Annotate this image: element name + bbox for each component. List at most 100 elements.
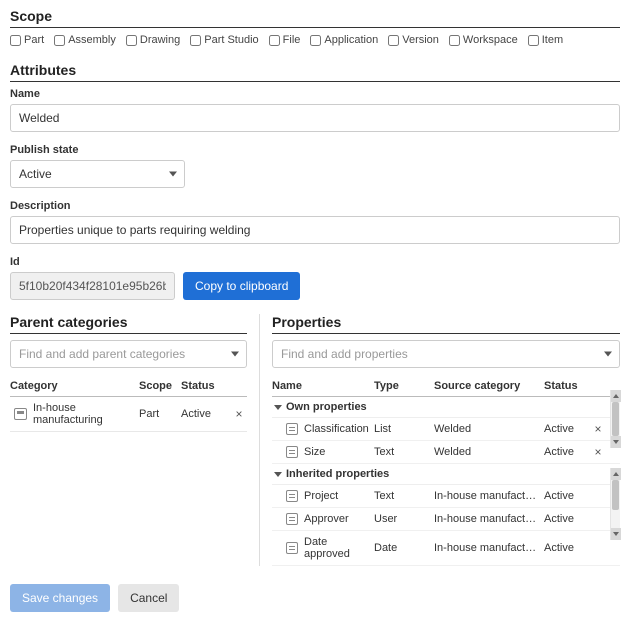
prop-source: In-house manufact… bbox=[434, 490, 544, 502]
parent-category-search-input[interactable] bbox=[10, 340, 247, 368]
prop-col-name: Name bbox=[272, 380, 374, 392]
scope-drawing-checkbox[interactable] bbox=[126, 35, 137, 46]
own-properties-group[interactable]: Own properties bbox=[272, 397, 620, 418]
publish-state-select[interactable] bbox=[10, 160, 185, 188]
attributes-heading: Attributes bbox=[10, 62, 620, 82]
table-row[interactable]: In-house manufacturing Part Active × bbox=[10, 397, 247, 432]
parent-categories-heading: Parent categories bbox=[10, 314, 247, 334]
scrollbar[interactable] bbox=[610, 390, 620, 448]
name-label: Name bbox=[10, 88, 620, 100]
scroll-down-icon[interactable] bbox=[611, 528, 621, 540]
properties-heading: Properties bbox=[272, 314, 620, 334]
prop-type: Text bbox=[374, 490, 434, 502]
scope-application-label: Application bbox=[324, 34, 378, 46]
prop-type: Text bbox=[374, 446, 434, 458]
own-properties-label: Own properties bbox=[286, 401, 367, 413]
name-input[interactable] bbox=[10, 104, 620, 132]
parent-col-status: Status bbox=[181, 380, 231, 392]
table-row[interactable]: Classification List Welded Active × bbox=[272, 418, 620, 441]
publish-state-label: Publish state bbox=[10, 144, 620, 156]
remove-property-button[interactable]: × bbox=[590, 423, 606, 435]
scope-drawing[interactable]: Drawing bbox=[126, 34, 180, 46]
scope-application-checkbox[interactable] bbox=[310, 35, 321, 46]
prop-name: Project bbox=[304, 490, 374, 502]
scope-item[interactable]: Item bbox=[528, 34, 563, 46]
parent-col-scope: Scope bbox=[139, 380, 181, 392]
scope-version[interactable]: Version bbox=[388, 34, 439, 46]
scope-workspace[interactable]: Workspace bbox=[449, 34, 518, 46]
scroll-up-icon[interactable] bbox=[611, 468, 621, 480]
prop-source: In-house manufact… bbox=[434, 542, 544, 554]
scroll-up-icon[interactable] bbox=[611, 390, 621, 402]
scope-drawing-label: Drawing bbox=[140, 34, 180, 46]
id-label: Id bbox=[10, 256, 620, 268]
scope-version-label: Version bbox=[402, 34, 439, 46]
prop-source: Welded bbox=[434, 423, 544, 435]
prop-col-status: Status bbox=[544, 380, 590, 392]
description-input[interactable] bbox=[10, 216, 620, 244]
prop-source: In-house manufact… bbox=[434, 513, 544, 525]
prop-source: Welded bbox=[434, 446, 544, 458]
scope-workspace-label: Workspace bbox=[463, 34, 518, 46]
remove-property-button[interactable]: × bbox=[590, 446, 606, 458]
scope-options: Part Assembly Drawing Part Studio File A… bbox=[10, 34, 620, 46]
prop-status: Active bbox=[544, 423, 590, 435]
prop-type: Date bbox=[374, 542, 434, 554]
scope-part[interactable]: Part bbox=[10, 34, 44, 46]
scrollbar[interactable] bbox=[610, 468, 620, 540]
prop-name: Date approved bbox=[304, 536, 374, 560]
scope-item-label: Item bbox=[542, 34, 563, 46]
table-row[interactable]: Project Text In-house manufact… Active bbox=[272, 485, 620, 508]
inherited-properties-group[interactable]: Inherited properties bbox=[272, 464, 620, 485]
scroll-down-icon[interactable] bbox=[611, 436, 621, 448]
prop-status: Active bbox=[544, 513, 590, 525]
save-changes-button[interactable]: Save changes bbox=[10, 584, 110, 612]
scope-part-studio-checkbox[interactable] bbox=[190, 35, 201, 46]
copy-to-clipboard-button[interactable]: Copy to clipboard bbox=[183, 272, 300, 300]
prop-name: Size bbox=[304, 446, 374, 458]
scope-item-checkbox[interactable] bbox=[528, 35, 539, 46]
parent-grid-header: Category Scope Status bbox=[10, 376, 247, 397]
chevron-down-icon bbox=[274, 405, 282, 410]
parent-row-scope: Part bbox=[139, 408, 181, 420]
scope-part-studio-label: Part Studio bbox=[204, 34, 258, 46]
prop-type: List bbox=[374, 423, 434, 435]
scope-file[interactable]: File bbox=[269, 34, 301, 46]
prop-col-type: Type bbox=[374, 380, 434, 392]
parent-row-name: In-house manufacturing bbox=[33, 402, 139, 426]
property-icon bbox=[286, 542, 298, 554]
prop-type: User bbox=[374, 513, 434, 525]
prop-status: Active bbox=[544, 542, 590, 554]
scroll-thumb[interactable] bbox=[612, 402, 619, 436]
scope-part-studio[interactable]: Part Studio bbox=[190, 34, 258, 46]
properties-combo[interactable] bbox=[272, 340, 620, 368]
scroll-thumb[interactable] bbox=[612, 480, 619, 510]
properties-search-input[interactable] bbox=[272, 340, 620, 368]
table-row[interactable]: Approver User In-house manufact… Active bbox=[272, 508, 620, 531]
parent-row-status: Active bbox=[181, 408, 231, 420]
scope-application[interactable]: Application bbox=[310, 34, 378, 46]
remove-parent-button[interactable]: × bbox=[231, 408, 247, 420]
table-row[interactable]: Date approved Date In-house manufact… Ac… bbox=[272, 531, 620, 566]
scope-assembly[interactable]: Assembly bbox=[54, 34, 116, 46]
property-icon bbox=[286, 490, 298, 502]
scope-workspace-checkbox[interactable] bbox=[449, 35, 460, 46]
inherited-properties-label: Inherited properties bbox=[286, 468, 389, 480]
prop-col-source: Source category bbox=[434, 380, 544, 392]
property-icon bbox=[286, 513, 298, 525]
scope-file-checkbox[interactable] bbox=[269, 35, 280, 46]
category-icon bbox=[14, 408, 27, 420]
prop-status: Active bbox=[544, 490, 590, 502]
prop-name: Classification bbox=[304, 423, 374, 435]
scope-heading: Scope bbox=[10, 8, 620, 28]
properties-grid-header: Name Type Source category Status bbox=[272, 376, 620, 397]
scope-part-label: Part bbox=[24, 34, 44, 46]
parent-category-combo[interactable] bbox=[10, 340, 247, 368]
table-row[interactable]: Size Text Welded Active × bbox=[272, 441, 620, 464]
scope-version-checkbox[interactable] bbox=[388, 35, 399, 46]
scope-part-checkbox[interactable] bbox=[10, 35, 21, 46]
cancel-button[interactable]: Cancel bbox=[118, 584, 179, 612]
scope-file-label: File bbox=[283, 34, 301, 46]
prop-name: Approver bbox=[304, 513, 374, 525]
scope-assembly-checkbox[interactable] bbox=[54, 35, 65, 46]
